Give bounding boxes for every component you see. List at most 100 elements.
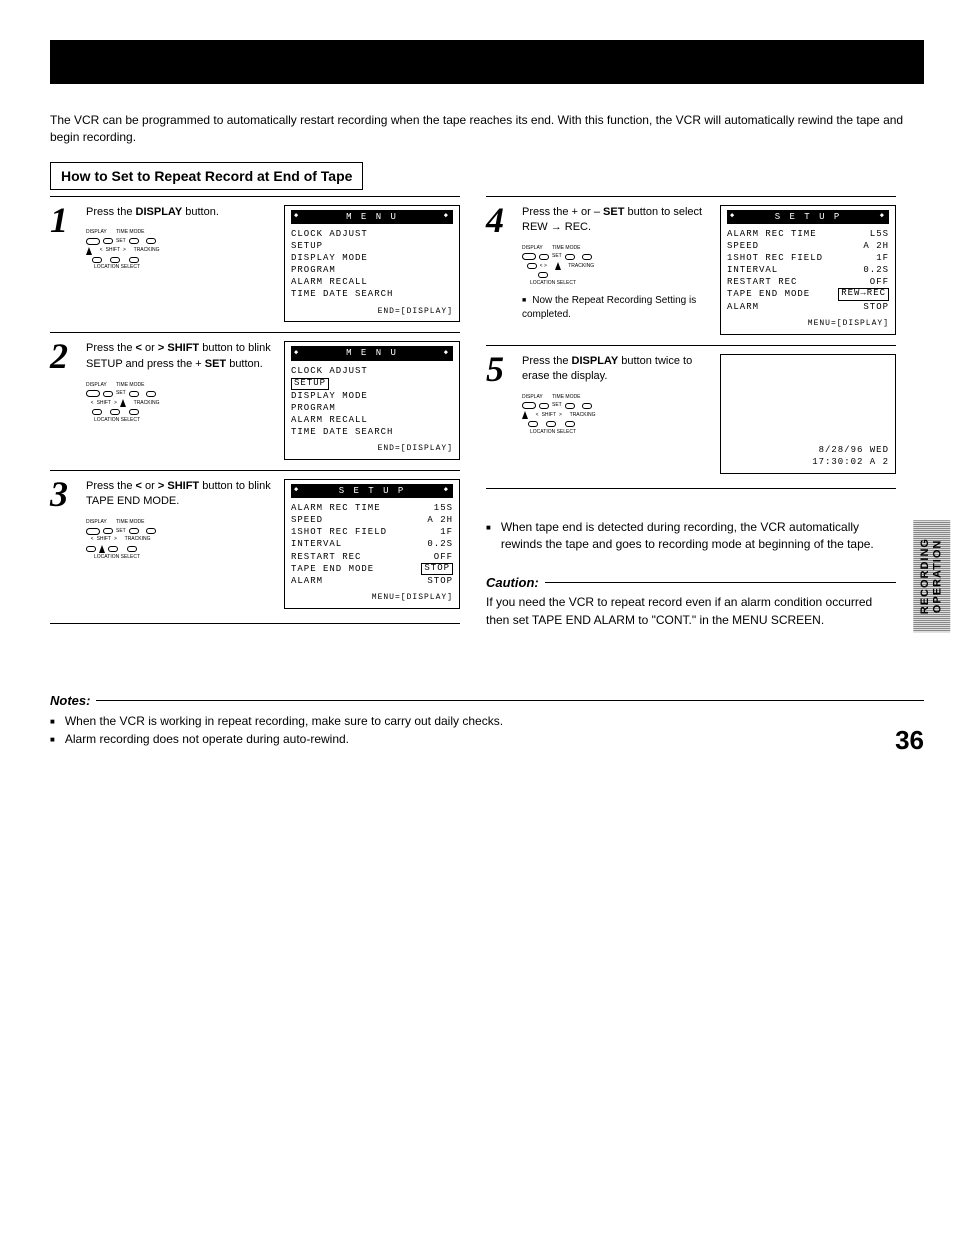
display-caption: DISPLAY — [522, 395, 543, 400]
osd-item: CLOCK ADJUST — [291, 228, 453, 240]
button-icon — [92, 409, 102, 415]
step-1-number: 1 — [50, 205, 86, 323]
control-panel-diagram: DISPLAY TIME MODE SET <SHIFT> TRACKING L… — [86, 230, 276, 271]
control-panel-diagram: DISPLAY TIME MODE SET <SHIFT> TRACKING L… — [522, 394, 712, 435]
left-column: 1 Press the DISPLAY button. DISPLAY TIME… — [50, 196, 460, 629]
button-icon — [92, 257, 102, 263]
timemode-caption: TIME MODE — [116, 520, 144, 525]
tracking-caption: TRACKING — [134, 248, 160, 253]
locsel-caption: LOCATION SELECT — [94, 265, 140, 270]
button-icon — [539, 403, 549, 409]
info-paragraph: When tape end is detected during recordi… — [486, 519, 896, 554]
osd-row-r: 15S — [434, 502, 453, 514]
button-icon — [110, 409, 120, 415]
osd-item: DISPLAY MODE — [291, 390, 453, 402]
step-3-text: Press the < or > SHIFT button to blink T… — [86, 479, 276, 609]
osd-title: M E N U — [291, 346, 453, 360]
section-tab: RECORDING OPERATION — [913, 520, 950, 632]
control-panel-diagram: DISPLAY TIME MODE SET <SHIFT> TRACKING L… — [86, 382, 276, 423]
text: When the VCR is working in repeat record… — [65, 714, 503, 728]
text: Press the — [522, 355, 572, 367]
shift-label: SHIFT — [167, 342, 199, 354]
button-icon — [129, 528, 139, 534]
osd-title: M E N U — [291, 210, 453, 224]
button-icon — [103, 238, 113, 244]
button-icon — [565, 421, 575, 427]
set-caption: SET — [116, 391, 126, 396]
text: or — [142, 342, 158, 354]
osd-row-r: 0.2S — [863, 264, 889, 276]
set-label: SET — [603, 206, 624, 218]
osd-item: TIME DATE SEARCH — [291, 426, 453, 438]
step-5: 5 Press the DISPLAY button twice to eras… — [486, 345, 896, 484]
tracking-caption: TRACKING — [568, 264, 594, 269]
button-icon — [527, 263, 537, 269]
tracking-caption: TRACKING — [570, 413, 596, 418]
text: Press the — [86, 342, 136, 354]
osd-row-r: OFF — [434, 551, 453, 563]
osd-item: TIME DATE SEARCH — [291, 288, 453, 300]
button-icon — [565, 254, 575, 260]
step-4-number: 4 — [486, 205, 522, 335]
osd-footer: END=[DISPLAY] — [291, 444, 453, 455]
button-icon — [129, 257, 139, 263]
osd-row-r: 1F — [876, 252, 889, 264]
text: or — [142, 480, 158, 492]
step-1-text: Press the DISPLAY button. DISPLAY TIME M… — [86, 205, 276, 323]
set-caption: SET — [552, 403, 562, 408]
osd-row-r-highlight: STOP — [421, 563, 453, 575]
osd-setup-1: S E T U P ALARM REC TIME15S SPEEDA 2H 1S… — [284, 479, 460, 609]
button-icon — [146, 238, 156, 244]
osd-row-r: STOP — [427, 575, 453, 587]
step-3: 3 Press the < or > SHIFT button to blink… — [50, 470, 460, 619]
set-caption: SET — [116, 529, 126, 534]
button-icon — [129, 238, 139, 244]
osd-title: S E T U P — [727, 210, 889, 224]
text: Press the — [86, 206, 136, 218]
step-3-number: 3 — [50, 479, 86, 609]
osd-footer: MENU=[DISPLAY] — [727, 319, 889, 330]
notes-heading: Notes: — [50, 693, 90, 708]
display-caption: DISPLAY — [86, 383, 107, 388]
arrow-up-icon — [99, 545, 105, 553]
osd-row-l: TAPE END MODE — [291, 563, 374, 575]
text: button. — [182, 206, 219, 218]
note-item: When the VCR is working in repeat record… — [50, 714, 924, 728]
caution-block: Caution: If you need the VCR to repeat r… — [486, 575, 896, 629]
arrow-up-icon — [86, 247, 92, 255]
osd-row-l: ALARM REC TIME — [291, 502, 381, 514]
osd-item: ALARM RECALL — [291, 414, 453, 426]
control-panel-diagram: DISPLAY TIME MODE SET <SHIFT> TRACKING L… — [86, 520, 276, 561]
osd-row-l: ALARM — [291, 575, 323, 587]
step-5-number: 5 — [486, 354, 522, 474]
page-number: 36 — [895, 725, 924, 756]
timemode-caption: TIME MODE — [552, 246, 580, 251]
osd-row-l: TAPE END MODE — [727, 288, 810, 300]
right-column: 4 Press the + or – SET button to select … — [486, 196, 896, 629]
timemode-caption: TIME MODE — [116, 383, 144, 388]
osd-row-r: STOP — [863, 301, 889, 313]
osd-row-l: ALARM — [727, 301, 759, 313]
shift-caption: SHIFT — [97, 537, 111, 542]
tracking-caption: TRACKING — [125, 537, 151, 542]
howto-title: How to Set to Repeat Record at End of Ta… — [50, 162, 363, 190]
button-icon — [565, 403, 575, 409]
text: button. — [226, 358, 263, 370]
button-icon — [108, 546, 118, 552]
caution-heading: Caution: — [486, 575, 539, 590]
button-icon — [86, 238, 100, 245]
shift-caption: SHIFT — [542, 413, 556, 418]
osd-row-l: SPEED — [727, 240, 759, 252]
caution-text: If you need the VCR to repeat record eve… — [486, 594, 896, 629]
osd-row-l: RESTART REC — [727, 276, 797, 288]
osd-row-r: OFF — [870, 276, 889, 288]
arrow-up-icon — [555, 262, 561, 270]
osd-title: S E T U P — [291, 484, 453, 498]
osd-blank: 8/28/96 WED 17:30:02 A 2 — [720, 354, 896, 474]
button-icon — [539, 254, 549, 260]
osd-setup-2: S E T U P ALARM REC TIMEL5S SPEEDA 2H 1S… — [720, 205, 896, 335]
button-icon — [546, 421, 556, 427]
display-label: DISPLAY — [572, 355, 619, 367]
osd-menu-1: M E N U CLOCK ADJUST SETUP DISPLAY MODE … — [284, 205, 460, 323]
osd-footer: MENU=[DISPLAY] — [291, 593, 453, 604]
